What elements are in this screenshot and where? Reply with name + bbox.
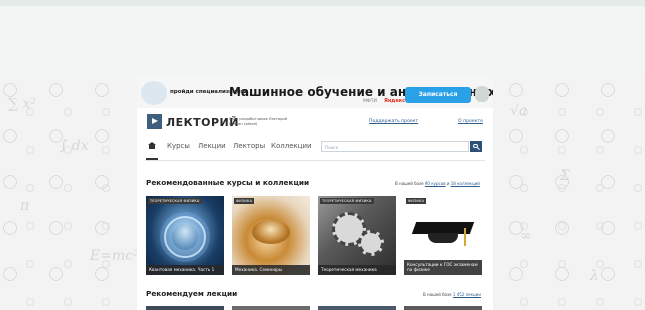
top-strip <box>0 0 645 6</box>
banner-character-icon <box>475 86 489 102</box>
meta-prefix: В нашей базе <box>423 292 452 297</box>
card-category-tag[interactable]: ФИЗИКА <box>234 198 255 204</box>
card-category-tag[interactable]: ТЕОРЕТИЧЕСКАЯ ФИЗИКА <box>320 198 374 204</box>
support-project-link[interactable]: Поддержать проект <box>369 119 418 124</box>
doodle-decoration: E=mc² <box>90 248 139 264</box>
doodle-decoration: Σ <box>560 168 570 184</box>
doodle-decoration: ∑ x² <box>8 96 36 112</box>
search-input[interactable]: Поиск <box>321 141 469 152</box>
meta-prefix: В нашей базе <box>395 181 424 186</box>
card-title[interactable]: Механика. Семинары <box>232 265 310 275</box>
doodle-decoration: √a <box>510 103 528 119</box>
banner-enroll-button[interactable]: Записаться <box>405 87 471 103</box>
lectures-count-link[interactable]: 1 452 лекции <box>453 292 481 297</box>
nav-item-courses[interactable]: Курсы <box>167 142 190 150</box>
card-category-tag[interactable]: ТЕОРЕТИЧЕСКАЯ ФИЗИКА <box>148 198 202 204</box>
card-category-tag[interactable]: ФИЗИКА <box>406 198 427 204</box>
nav-item-lectures[interactable]: Лекции <box>198 142 226 150</box>
lecture-card[interactable] <box>318 306 396 310</box>
card-image <box>358 230 384 256</box>
recommended-lectures-title: Рекомендуем лекции <box>146 289 238 298</box>
card-title[interactable]: Консультации к ГОС экзаменам по физике <box>404 259 482 275</box>
doodle-decoration: ∫ dx <box>60 138 89 154</box>
courses-count-link[interactable]: 90 курсов <box>425 181 446 186</box>
course-card[interactable]: ФИЗИКА Консультации к ГОС экзаменам по ф… <box>404 196 482 275</box>
card-image <box>252 220 290 244</box>
course-card[interactable]: ТЕОРЕТИЧЕСКАЯ ФИЗИКА Квантовая механика.… <box>146 196 224 275</box>
banner-illustration <box>141 81 167 105</box>
lecture-card[interactable] <box>146 306 224 310</box>
site-tagline: Сайт разработчиков Лекторий Создан Lekto… <box>229 117 287 126</box>
lecture-card[interactable] <box>232 306 310 310</box>
recommended-courses-meta: В нашей базе 90 курсов и 18 коллекций <box>395 181 480 186</box>
tagline-line: Создан Lektorij <box>229 121 258 126</box>
meta-and: и <box>446 181 450 186</box>
card-image <box>464 228 466 246</box>
card-image <box>428 233 458 243</box>
doodle-decoration: ∞ <box>520 228 532 244</box>
card-image <box>164 216 206 258</box>
recommended-lectures-meta: В нашей базе 1 452 лекции <box>423 292 481 297</box>
card-title[interactable]: Теоретическая механика <box>318 265 396 275</box>
promo-banner[interactable]: пройди специализацию Машинное обучение и… <box>137 78 493 108</box>
nav-divider <box>145 160 485 161</box>
tagline-line: Сайт разработчиков Лекторий <box>229 117 288 121</box>
banner-yandex-logo: Яндекс <box>384 98 406 104</box>
nav-item-lecturers[interactable]: Лекторы <box>233 142 265 150</box>
home-icon[interactable] <box>148 142 156 149</box>
nav-item-collections[interactable]: Коллекции <box>271 142 312 150</box>
site-container: пройди специализацию Машинное обучение и… <box>137 78 493 310</box>
search-button[interactable] <box>470 141 482 152</box>
doodle-decoration: λ <box>590 268 599 284</box>
course-card[interactable]: ФИЗИКА Механика. Семинары <box>232 196 310 275</box>
banner-partner-logo: МФТИ <box>363 99 377 104</box>
about-project-link[interactable]: О проекте <box>458 119 483 124</box>
logo-icon[interactable] <box>147 114 162 129</box>
lecture-card[interactable] <box>404 306 482 310</box>
doodle-decoration: π <box>20 198 30 214</box>
collections-count-link[interactable]: 18 коллекций <box>451 181 480 186</box>
recommended-courses-title: Рекомендованные курсы и коллекции <box>146 178 310 187</box>
course-card[interactable]: ТЕОРЕТИЧЕСКАЯ ФИЗИКА Теоретическая механ… <box>318 196 396 275</box>
card-title[interactable]: Квантовая механика. Часть 1 <box>146 265 224 275</box>
